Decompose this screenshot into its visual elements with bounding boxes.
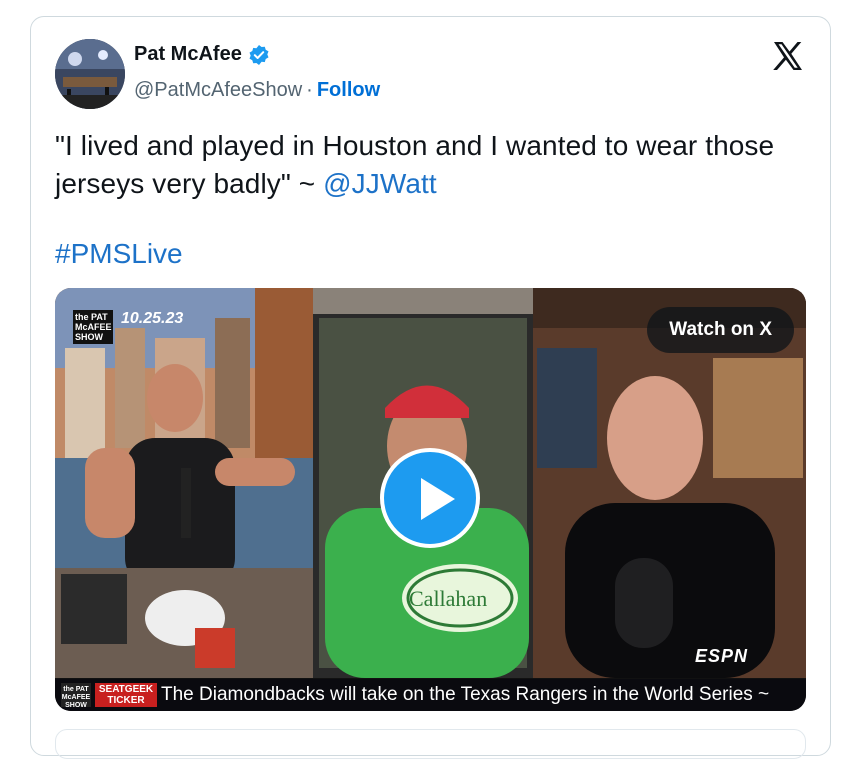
separator-dot: ·: [306, 79, 313, 101]
video-player[interactable]: the PAT McAFEE SHOW 10.25.23 Callahan ES…: [55, 288, 806, 711]
tweet-text: "I lived and played in Houston and I wan…: [55, 127, 775, 203]
shirt-text: Callahan: [409, 586, 488, 611]
date-overlay: 10.25.23: [121, 310, 184, 327]
author-name[interactable]: Pat McAfee: [134, 43, 242, 66]
follow-button[interactable]: Follow: [317, 79, 380, 102]
tweet-card: Pat McAfee @PatMcAfeeShow · Follow "I li…: [30, 16, 831, 759]
ticker-show-logo: the PAT McAFEE SHOW: [61, 683, 91, 709]
play-icon[interactable]: [380, 448, 480, 548]
verified-badge-icon: [248, 44, 270, 66]
ticker-brand: SEATGEEK TICKER: [95, 683, 157, 707]
espn-logo: ESPN: [695, 646, 749, 666]
avatar[interactable]: [55, 39, 125, 109]
x-logo-icon[interactable]: [771, 39, 805, 73]
ticker-text: The Diamondbacks will take on the Texas …: [161, 684, 770, 705]
watch-on-x-button[interactable]: Watch on X: [647, 307, 794, 353]
tweet-header: Pat McAfee @PatMcAfeeShow · Follow: [55, 39, 805, 109]
news-ticker: the PAT McAFEE SHOW SEATGEEK TICKER The …: [55, 679, 806, 711]
mention-link[interactable]: @JJWatt: [323, 168, 437, 199]
show-logo: the PAT McAFEE SHOW: [73, 310, 113, 344]
author-handle[interactable]: @PatMcAfeeShow: [134, 79, 302, 102]
hashtag-link[interactable]: #PMSLive: [55, 238, 183, 269]
card-bottom-section: [55, 729, 806, 759]
